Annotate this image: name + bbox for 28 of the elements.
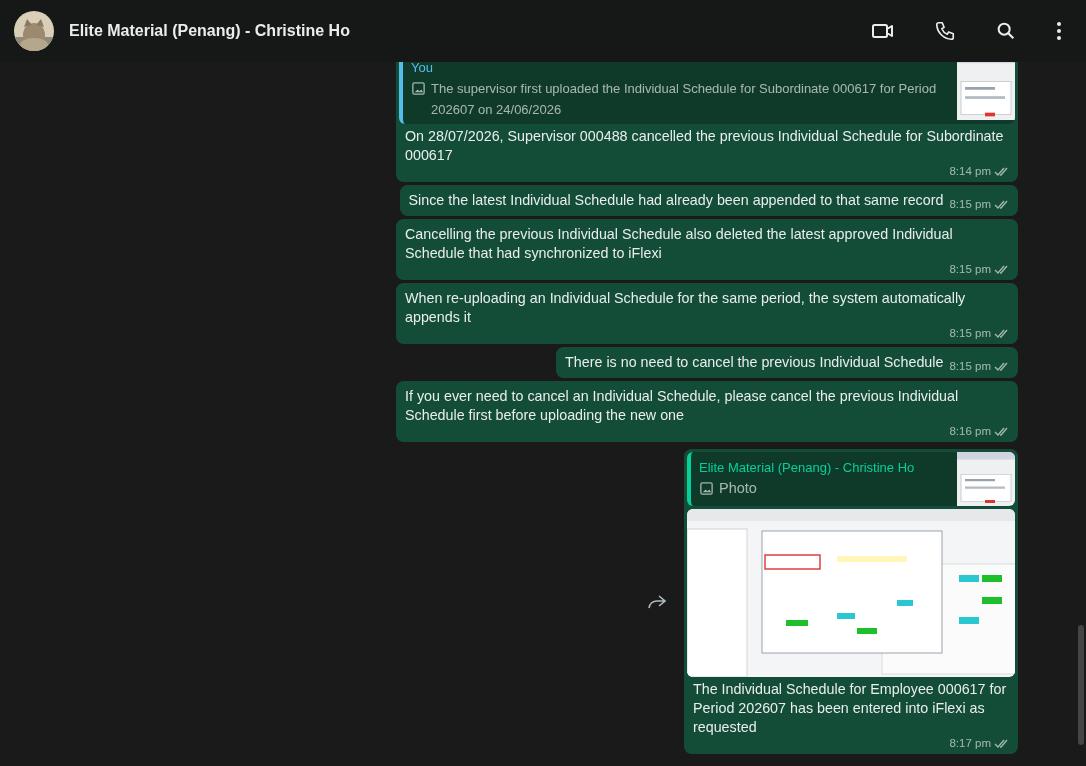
image-icon — [699, 481, 714, 496]
menu-icon — [1056, 21, 1062, 41]
message-text: Since the latest Individual Schedule had already been appended to that same record — [408, 191, 944, 210]
message-time: 8:16 pm — [949, 424, 991, 439]
image-icon — [411, 81, 426, 96]
quote-text: Photo — [719, 479, 757, 498]
message-time: 8:15 pm — [949, 326, 991, 341]
forward-icon — [648, 594, 666, 609]
message-text: If you ever need to cancel an Individual Schedule, please cancel the previous Individual Schedule first before uploading the new one — [405, 387, 960, 425]
quoted-message[interactable]: Elite Material (Penang) - Christine Ho Photo — [687, 452, 1015, 506]
quoted-message[interactable]: You The supervisor first uploaded the Individual Schedule for Subordinate 000617 for Period 202607 on 24/06/2026 — [399, 62, 1015, 124]
message-text: Cancelling the previous Individual Schedule also deleted the latest approved Individual Schedule that had synchronized to iFlexi — [405, 225, 954, 263]
quote-text: The supervisor first uploaded the Individual Schedule for Subordinate 000617 for Period 202607 on 24/06/2026 — [431, 80, 938, 119]
message-time: 8:15 pm — [949, 197, 991, 212]
quote-author: Elite Material (Penang) - Christine Ho — [699, 459, 916, 477]
message-text: On 28/07/2026, Supervisor 000488 cancelled the previous Individual Schedule for Subordinate 000617 — [405, 127, 1005, 165]
message-time: 8:15 pm — [949, 359, 991, 374]
message-time: 8:17 pm — [949, 736, 991, 751]
message-time: 8:15 pm — [949, 262, 991, 277]
message-text: There is no need to cancel the previous Individual Schedule — [565, 353, 944, 372]
message-time: 8:14 pm — [949, 164, 991, 179]
search-icon — [995, 20, 1017, 42]
message-text: The Individual Schedule for Employee 000617 for Period 202607 has been entered into iFlexi as requested — [693, 680, 1008, 737]
message-text: When re-uploading an Individual Schedule for the same period, the system automatically appends it — [405, 289, 967, 327]
quote-author: You — [411, 62, 434, 77]
chat-title: Elite Material (Penang) - Christine Ho — [69, 22, 351, 40]
scrollbar[interactable] — [1078, 625, 1084, 745]
phone-icon — [934, 20, 956, 42]
